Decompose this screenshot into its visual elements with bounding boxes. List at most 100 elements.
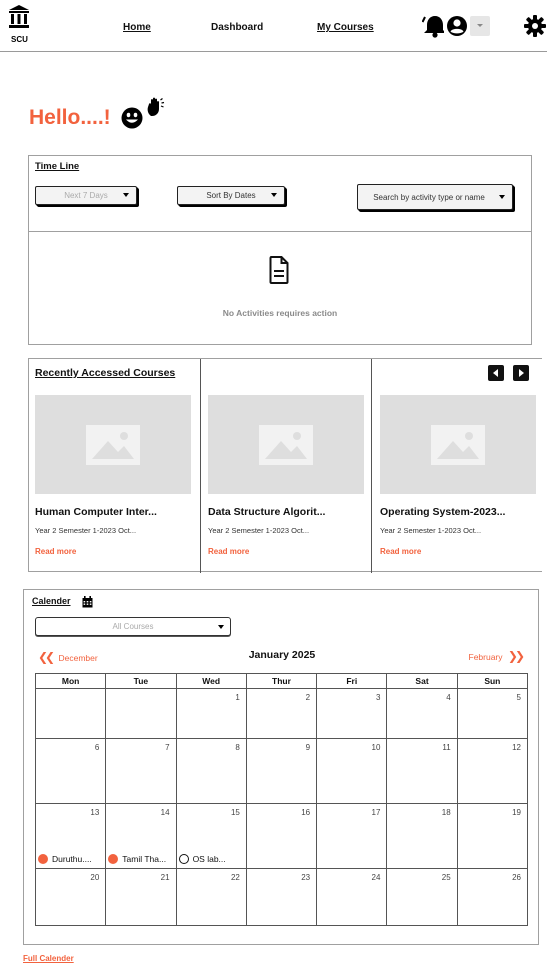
day-cell[interactable]: 22	[175, 868, 247, 926]
course-title[interactable]: Operating System-2023...	[380, 506, 536, 518]
sort-value: Sort By Dates	[206, 191, 256, 200]
image-icon	[86, 425, 140, 465]
day-cell[interactable]: 19	[456, 803, 529, 869]
day-cell[interactable]: 15 OS lab...	[175, 803, 247, 869]
divider	[200, 359, 201, 573]
calendar-event[interactable]: OS lab...	[178, 854, 226, 864]
next-month-link[interactable]: February ❯❯	[468, 649, 526, 663]
day-cell[interactable]: 20	[34, 868, 107, 926]
day-cell[interactable]: 26	[456, 868, 529, 926]
chevron-down-icon	[218, 625, 224, 629]
day-cell[interactable]: 8	[175, 738, 247, 804]
sort-select[interactable]: Sort By Dates	[177, 186, 285, 205]
day-cell[interactable]: 5	[456, 688, 529, 739]
course-filter-value: All Courses	[112, 622, 154, 631]
weekday-header: Wed	[175, 673, 247, 689]
settings-button[interactable]	[524, 15, 546, 42]
day-cell[interactable]: 11	[386, 738, 458, 804]
document-icon	[269, 256, 289, 289]
day-cell[interactable]: 4	[386, 688, 458, 739]
course-card[interactable]: Data Structure Algorit... Year 2 Semeste…	[208, 395, 364, 556]
course-image-placeholder[interactable]	[35, 395, 191, 494]
current-month-label: January 2025	[248, 649, 316, 661]
double-chevron-right-icon: ❯❯	[507, 649, 525, 663]
read-more-link[interactable]: Read more	[35, 547, 191, 556]
event-label: OS lab...	[192, 854, 226, 864]
day-cell[interactable]: 17	[316, 803, 388, 869]
day-cell[interactable]: 25	[386, 868, 458, 926]
recent-courses-title: Recently Accessed Courses	[35, 367, 176, 379]
day-cell[interactable]: 18	[386, 803, 458, 869]
chevron-down-icon	[123, 193, 129, 197]
calendar-event[interactable]: Duruthu....	[38, 854, 92, 864]
day-cell[interactable]	[105, 688, 177, 739]
course-card[interactable]: Operating System-2023... Year 2 Semester…	[380, 395, 536, 556]
day-cell[interactable]: 21	[105, 868, 177, 926]
day-cell[interactable]: 10	[316, 738, 388, 804]
event-dot-icon	[108, 854, 119, 864]
day-cell[interactable]: 13 Duruthu....	[34, 803, 107, 869]
event-label: Tamil Tha...	[122, 854, 167, 864]
event-dot-outline-icon	[178, 854, 189, 864]
day-number: 15	[230, 808, 240, 817]
weekday-header: Thur	[245, 673, 318, 689]
day-cell[interactable]: 24	[316, 868, 388, 926]
calendar-panel: Calender All Courses ❮❮ December January…	[23, 589, 539, 945]
nav-dashboard[interactable]: Dashboard	[211, 22, 263, 33]
top-header: SCU Home Dashboard My Courses	[0, 0, 547, 52]
day-cell[interactable]: 6	[34, 738, 107, 804]
course-image-placeholder[interactable]	[208, 395, 364, 494]
calendar-icon	[82, 595, 93, 613]
weekday-header: Sat	[386, 673, 458, 689]
day-cell[interactable]: 7	[105, 738, 177, 804]
course-title[interactable]: Data Structure Algorit...	[208, 506, 364, 518]
nav-home[interactable]: Home	[123, 22, 151, 33]
calendar-title: Calender	[32, 596, 71, 606]
activity-search-select[interactable]: Search by activity type or name	[357, 184, 513, 210]
user-menu[interactable]	[444, 14, 518, 43]
course-title[interactable]: Human Computer Inter...	[35, 506, 191, 518]
carousel-prev-button[interactable]	[488, 365, 504, 381]
day-cell[interactable]: 9	[245, 738, 318, 804]
divider	[371, 359, 372, 573]
course-term: Year 2 Semester 1-2023 Oct...	[208, 526, 310, 535]
image-icon	[259, 425, 313, 465]
day-cell[interactable]: 1	[175, 688, 247, 739]
day-cell[interactable]: 2	[245, 688, 318, 739]
next-month-label: February	[468, 652, 503, 662]
read-more-link[interactable]: Read more	[380, 547, 536, 556]
carousel-next-button[interactable]	[513, 365, 529, 381]
nav-my-courses[interactable]: My Courses	[317, 22, 374, 33]
calendar-grid: Mon Tue Wed Thur Fri Sat Sun 1 2 3 4 5 6	[34, 673, 529, 926]
full-calendar-link[interactable]: Full Calender	[23, 954, 74, 963]
event-dot-icon	[38, 854, 48, 864]
recent-courses-panel: Recently Accessed Courses Human Computer…	[28, 358, 542, 573]
timeline-title: Time Line	[35, 161, 80, 172]
course-filter-select[interactable]: All Courses	[35, 617, 231, 636]
calendar-event[interactable]: Tamil Tha...	[108, 854, 166, 864]
weekday-header: Tue	[105, 673, 177, 689]
arrow-left-icon	[493, 369, 498, 377]
smiley-icon	[121, 107, 143, 134]
day-cell[interactable]	[34, 688, 107, 739]
read-more-link[interactable]: Read more	[208, 547, 364, 556]
day-cell[interactable]: 14 Tamil Tha...	[105, 803, 177, 869]
day-cell[interactable]: 23	[245, 868, 318, 926]
course-card[interactable]: Human Computer Inter... Year 2 Semester …	[35, 395, 191, 556]
institution-icon	[9, 5, 29, 28]
weekday-header: Mon	[34, 673, 107, 689]
date-range-select[interactable]: Next 7 Days	[35, 186, 137, 205]
day-cell[interactable]: 16	[245, 803, 318, 869]
weekday-header: Sun	[456, 673, 529, 689]
timeline-panel: Time Line Next 7 Days Sort By Dates Sear…	[28, 155, 532, 345]
course-image-placeholder[interactable]	[380, 395, 536, 494]
day-cell[interactable]: 3	[316, 688, 388, 739]
image-icon	[431, 425, 485, 465]
gear-icon	[524, 15, 546, 37]
day-cell[interactable]: 12	[456, 738, 529, 804]
arrow-right-icon	[519, 369, 524, 377]
course-term: Year 2 Semester 1-2023 Oct...	[380, 526, 482, 535]
event-label: Duruthu....	[52, 854, 92, 864]
date-range-value: Next 7 Days	[64, 191, 108, 200]
empty-state-message: No Activities requires action	[222, 308, 338, 318]
